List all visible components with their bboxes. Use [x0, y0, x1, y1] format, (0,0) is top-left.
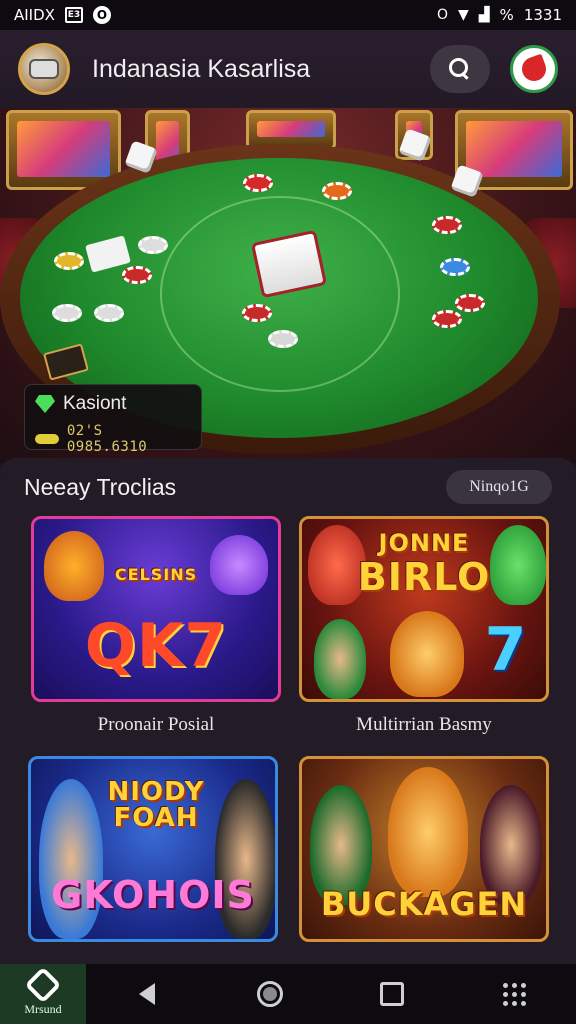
game-title: Proonair Posial	[97, 714, 215, 735]
search-icon	[449, 58, 471, 80]
chip	[242, 304, 272, 322]
status-left: AIIDX E3 O	[14, 6, 111, 24]
game-title: Multirrian Basmy	[356, 714, 492, 735]
chip	[268, 330, 298, 348]
wifi-icon: ▼	[457, 7, 469, 23]
balance-value: 02'S 0985.6310	[66, 423, 148, 455]
game-card[interactable]: JONNE BIRLO 7	[299, 516, 549, 702]
back-button[interactable]	[86, 964, 209, 1024]
section-more-button[interactable]: Ninqo1G	[446, 470, 552, 504]
balance-card[interactable]: Kasiont 02'S 0985.6310	[24, 384, 202, 455]
profile-avatar[interactable]	[510, 45, 558, 93]
back-icon	[139, 983, 156, 1005]
tiger-figure	[388, 767, 468, 897]
gem-icon	[35, 395, 55, 413]
navigation-bar: Mrsund	[0, 964, 576, 1024]
chip	[94, 304, 124, 322]
avatar-logo-icon	[518, 53, 550, 85]
app-screen: AIIDX E3 O O ▼ ▟ % 1331 Indanasia Kasarl…	[0, 0, 576, 1024]
chip	[138, 236, 168, 254]
home-tab-icon	[24, 966, 62, 1003]
recents-button[interactable]	[331, 964, 454, 1024]
chip	[52, 304, 82, 322]
app-title: Indanasia Kasarlisa	[92, 54, 311, 83]
section-title: Neeay Troclias	[24, 474, 177, 500]
status-right: O ▼ ▟ % 1331	[437, 6, 562, 24]
chip	[322, 182, 352, 200]
home-icon	[256, 981, 283, 1007]
apps-button[interactable]	[454, 964, 576, 1024]
status-time: 1331	[523, 6, 562, 24]
game-art-title: JONNE	[378, 529, 470, 557]
chip	[54, 252, 84, 270]
search-button[interactable]	[430, 45, 490, 93]
recents-icon	[380, 982, 405, 1006]
game-art-main: BUCKAGEN	[320, 885, 528, 923]
chip	[432, 216, 462, 234]
chip	[243, 174, 273, 192]
game-card[interactable]: NIODY FOAH GKOHOIS	[28, 756, 278, 942]
logo-mascot-icon	[29, 59, 59, 79]
game-art-title: NIODY FOAH	[107, 777, 205, 833]
chip	[440, 258, 470, 276]
game-card[interactable]: BUCKAGEN	[299, 756, 549, 942]
game-art-main: GKOHOIS	[51, 873, 255, 917]
notification-box-icon: E3	[64, 7, 83, 23]
alarm-icon: O	[436, 7, 448, 23]
coin-icon	[35, 434, 59, 444]
status-carrier-text: AIIDX	[14, 6, 55, 24]
game-art-main: QK7	[84, 611, 228, 681]
status-bar: AIIDX E3 O O ▼ ▟ % 1331	[0, 0, 576, 30]
game-art-main: BIRLO	[357, 555, 491, 599]
battery-text: %	[499, 6, 514, 24]
nav-home-tab[interactable]: Mrsund	[0, 964, 86, 1024]
game-card[interactable]: CELSINS QK7	[31, 516, 281, 702]
chip	[432, 310, 462, 328]
notification-circle-icon: O	[92, 6, 111, 24]
game-art-number: 7	[484, 615, 528, 685]
person-figure	[314, 619, 366, 699]
app-logo[interactable]	[18, 43, 70, 95]
home-button[interactable]	[209, 964, 332, 1024]
chip	[122, 266, 152, 284]
home-tab-label: Mrsund	[24, 1001, 62, 1016]
game-art-title: CELSINS	[114, 565, 198, 584]
apps-grid-icon	[503, 982, 527, 1006]
chip	[455, 294, 485, 312]
balance-label: Kasiont	[63, 393, 127, 414]
app-header: Indanasia Kasarlisa	[0, 30, 576, 108]
signal-icon: ▟	[478, 7, 490, 23]
